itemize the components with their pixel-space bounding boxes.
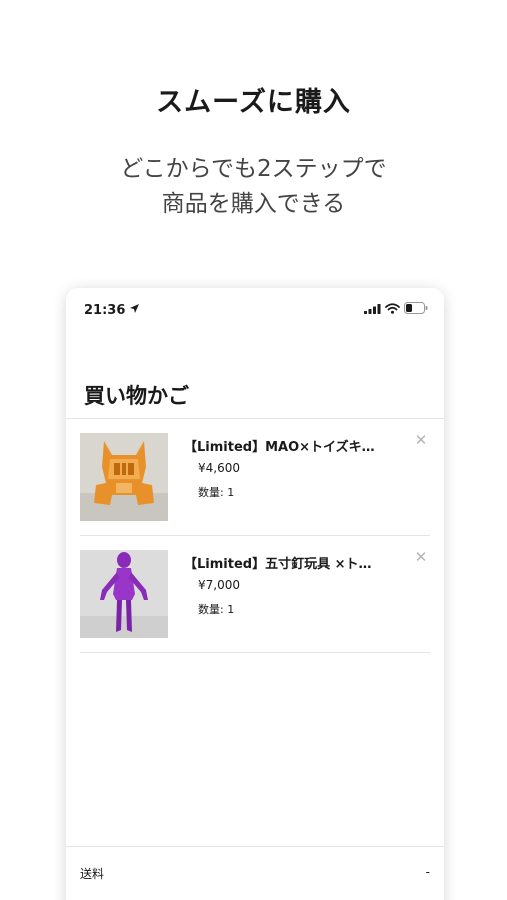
product-thumbnail-purple-figure[interactable]	[80, 550, 168, 638]
location-arrow-icon	[129, 303, 140, 318]
wifi-icon	[385, 302, 400, 318]
cart-item-price: ¥4,600	[198, 461, 240, 475]
status-time-group: 21:36	[84, 303, 140, 318]
cart-item-quantity: 数量: 1	[198, 486, 235, 499]
battery-icon	[404, 302, 428, 318]
phone-screen: 21:36 買い物かご 【Limited】MAO×トイズキ… ¥4,600 数量…	[66, 288, 444, 900]
summary-row-shipping: 送料 -	[80, 865, 430, 882]
promo-headline: スムーズに購入	[156, 87, 351, 118]
page-title: 買い物かご	[84, 384, 189, 408]
cart-item-list: 【Limited】MAO×トイズキ… ¥4,600 数量: 1 ✕ 【Limit…	[66, 419, 444, 653]
summary-divider	[66, 846, 444, 847]
promo-subline: どこからでも2ステップで 商品を購入できる	[0, 152, 507, 222]
promo-subline-line-2: 商品を購入できる	[161, 191, 346, 217]
product-thumbnail-orange-figure[interactable]	[80, 433, 168, 521]
cart-item[interactable]: 【Limited】五寸釘玩具 ×ト… ¥7,000 数量: 1 ✕	[80, 536, 430, 653]
cart-item-price: ¥7,000	[198, 578, 240, 592]
promo-subline-line-1: どこからでも2ステップで	[120, 156, 387, 182]
cellular-signal-icon	[364, 303, 381, 318]
cart-item-name[interactable]: 【Limited】五寸釘玩具 ×ト…	[184, 553, 384, 572]
shipping-label: 送料	[80, 867, 105, 881]
status-bar: 21:36	[84, 302, 428, 318]
status-time: 21:36	[84, 302, 126, 318]
close-icon[interactable]: ✕	[414, 433, 428, 448]
status-system-icons	[364, 302, 428, 318]
cart-item-quantity: 数量: 1	[198, 603, 235, 616]
cart-item[interactable]: 【Limited】MAO×トイズキ… ¥4,600 数量: 1 ✕	[80, 419, 430, 536]
close-icon[interactable]: ✕	[414, 550, 428, 565]
cart-item-name[interactable]: 【Limited】MAO×トイズキ…	[184, 436, 384, 455]
shipping-value: -	[425, 865, 430, 879]
